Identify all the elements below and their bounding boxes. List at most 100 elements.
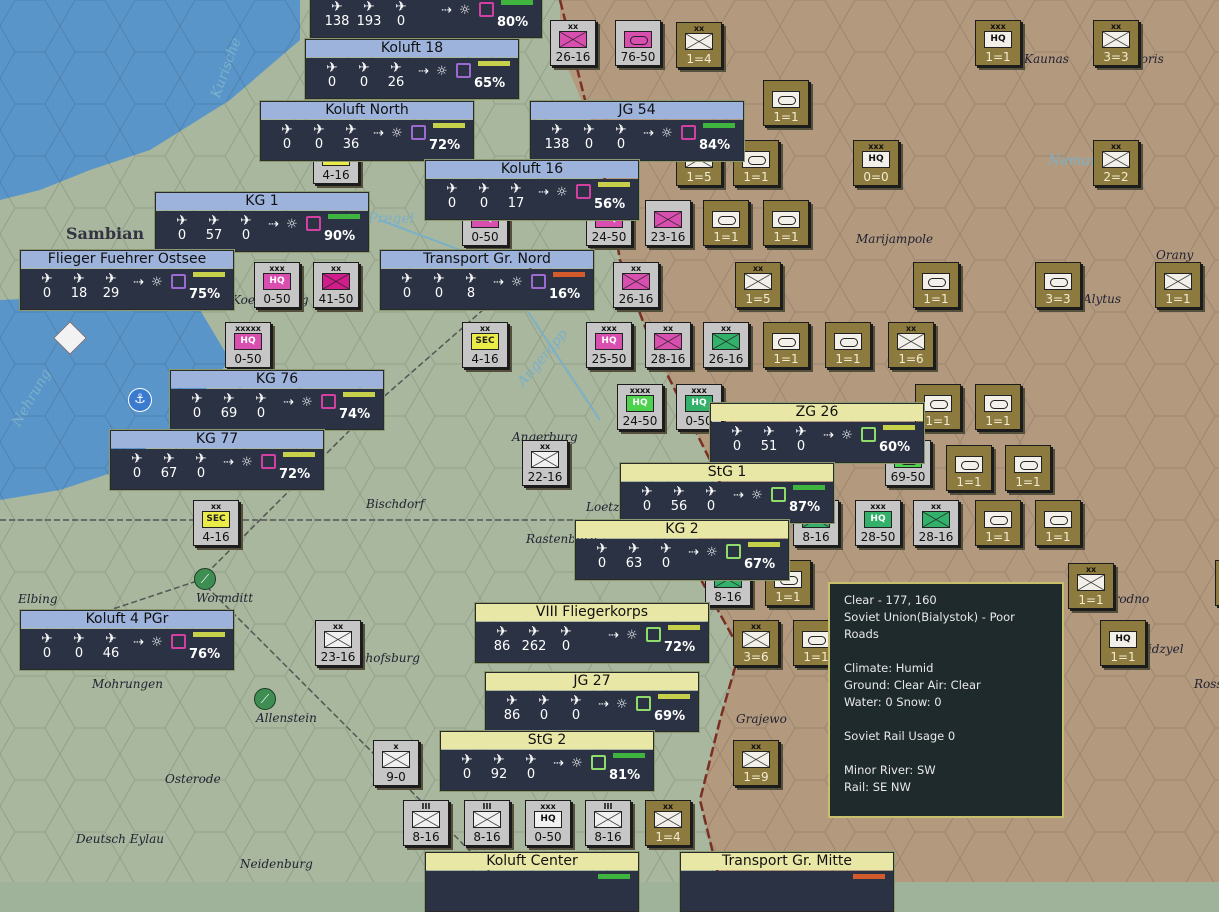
unit-counter[interactable]: 76-50 [615,20,661,66]
unit-counter[interactable]: III 8-16 [585,800,631,846]
air-group-panel[interactable]: Koluft 16 ✈ 0 ✈ 0 ✈ 17 ⇢ ☼ 56% [425,160,639,220]
unit-counter[interactable]: xx 22-16 [522,440,568,486]
unit-counter[interactable]: xxx HQ 1=1 [975,20,1021,66]
armor-symbol-icon [712,211,740,228]
railhead-icon[interactable]: ⟋ [194,568,216,590]
unit-counter[interactable]: x 9-0 [373,740,419,786]
infantry-symbol-icon [1102,151,1130,168]
plane-icon: ✈ [345,122,357,138]
air-group-panel[interactable]: KG 77 ✈ 0 ✈ 67 ✈ 0 ⇢ ☼ 72% [110,430,324,490]
plane-icon: ✈ [795,424,807,440]
aircraft-count: ✈ 0 [273,122,301,152]
unit-counter[interactable]: xx 23-16 [315,620,361,666]
air-group-panel[interactable]: Koluft North ✈ 0 ✈ 0 ✈ 36 ⇢ ☼ 72% [260,101,474,161]
aircraft-count: ✈ 18 [65,271,93,301]
tooltip-climate: Climate: Humid [844,661,934,675]
count-value: 86 [493,639,511,654]
unit-counter[interactable]: xx 2=2 [1093,140,1139,186]
mission-icon: ⇢ [688,545,699,560]
unit-counter[interactable]: III 8-16 [464,800,510,846]
unit-counter[interactable]: 1=1 [763,200,809,246]
air-group-panel[interactable]: VIII Fliegerkorps ✈ 86 ✈ 262 ✈ 0 ⇢ ☼ 72% [475,603,709,663]
unit-strength: 1=1 [1110,650,1136,664]
count-value: 0 [42,646,52,661]
unit-size: xx [752,264,764,273]
unit-strength: 26-16 [618,292,654,306]
air-group-panel[interactable]: JG 27 ✈ 86 ✈ 0 ✈ 0 ⇢ ☼ 69% [485,672,699,732]
unit-size: xx [567,22,579,31]
air-group-panel[interactable]: Koluft 4 PGr ✈ 0 ✈ 0 ✈ 46 ⇢ ☼ 76% [20,610,234,670]
unit-counter[interactable]: xx 26-16 [703,322,749,368]
unit-counter[interactable]: xxx HQ 0-50 [254,262,300,308]
unit-counter[interactable]: xx 41-50 [313,262,359,308]
unit-counter[interactable]: xx 3=6 [733,620,779,666]
railhead-icon[interactable]: ⟋ [254,688,276,710]
air-group-panel[interactable]: StG 2 ✈ 0 ✈ 92 ✈ 0 ⇢ ☼ 81% [440,731,654,791]
unit-counter[interactable]: 1=1 [1155,262,1201,308]
unit-counter[interactable]: 1=1 [946,445,992,491]
armor-symbol-icon [1044,273,1072,290]
port-icon[interactable]: ⚓ [128,388,152,412]
unit-counter[interactable]: 3=3 [1035,262,1081,308]
air-group-panel[interactable]: Transport Gr. Mitte [680,852,894,912]
unit-counter[interactable]: xx 1=4 [676,22,722,68]
unit-counter[interactable]: xx 26-16 [613,262,659,308]
unit-counter[interactable]: 1=1 [1005,445,1051,491]
unit-counter[interactable]: xx 1=5 [735,262,781,308]
count-value: 138 [544,137,570,152]
unit-counter[interactable]: 1=1 [825,322,871,368]
unit-strength: 0-50 [534,830,562,844]
air-group-panel[interactable]: KG 76 ✈ 0 ✈ 69 ✈ 0 ⇢ ☼ 74% [170,370,384,430]
unit-counter[interactable]: xx 1=1 [1068,563,1114,609]
count-value: 0 [282,137,292,152]
readiness-bar [793,485,825,490]
air-group-panel[interactable]: KG 1 ✈ 0 ✈ 57 ✈ 0 ⇢ ☼ 90% [155,192,369,252]
unit-counter[interactable]: xx 1=4 [645,800,691,846]
unit-strength: 23-16 [650,230,686,244]
unit-counter[interactable]: 23-16 [645,200,691,246]
unit-counter[interactable]: HQ 1=1 [1100,620,1146,666]
plane-icon: ✈ [525,752,537,768]
readiness-percent: 81% [609,768,641,783]
count-value: 0 [42,286,52,301]
unit-counter[interactable]: xx 1=6 [888,322,934,368]
unit-counter[interactable]: xx 3=3 [1093,20,1139,66]
unit-counter[interactable]: xxSEC 4-16 [193,500,239,546]
unit-counter[interactable]: 1=1 [763,80,809,126]
unit-counter[interactable]: xxx HQ 0-50 [525,800,571,846]
air-group-panel[interactable]: StG 1 ✈ 0 ✈ 56 ✈ 0 ⇢ ☼ 87% [620,463,834,523]
air-group-panel[interactable]: Flieger Fuehrer Ostsee ✈ 0 ✈ 18 ✈ 29 ⇢ ☼ 75% [20,250,234,310]
unit-counter[interactable]: xx 28-16 [913,500,959,546]
unit-counter[interactable]: 1=1 [1035,500,1081,546]
unit-counter[interactable]: 1=1 [1215,560,1219,606]
unit-counter[interactable]: xxx HQ 25-50 [586,322,632,368]
air-group-panel[interactable]: KG 2 ✈ 0 ✈ 63 ✈ 0 ⇢ ☼ 67% [575,520,789,580]
unit-counter[interactable]: xxSEC 4-16 [462,322,508,368]
unit-counter[interactable]: xx 1=9 [733,740,779,786]
unit-counter[interactable]: 1=1 [913,262,959,308]
unit-counter[interactable]: xxx HQ 0=0 [853,140,899,186]
unit-counter[interactable]: xxxx HQ 24-50 [617,384,663,430]
unit-counter[interactable]: 1=1 [703,200,749,246]
unit-counter[interactable]: xx 26-16 [550,20,596,66]
air-group-panel[interactable]: ZG 26 ✈ 0 ✈ 51 ✈ 0 ⇢ ☼ 60% [710,403,924,463]
base-icon [456,63,471,78]
unit-counter[interactable]: 1=1 [975,384,1021,430]
tooltip-ground: Ground: Clear Air: Clear [844,678,981,692]
armor-symbol-icon [834,333,862,350]
aircraft-count: ✈ 0 [123,451,151,481]
air-group-name: Transport Gr. Nord [381,251,593,268]
readiness-bar [433,123,465,128]
unit-counter[interactable]: xx 28-16 [645,322,691,368]
air-group-panel[interactable]: ✈ 138 ✈ 193 ✈ 0 ⇢ ☼ 80% [310,0,542,38]
unit-counter[interactable]: 1=1 [975,500,1021,546]
unit-counter[interactable]: xxxxx HQ 0-50 [225,322,271,368]
unit-counter[interactable]: III 8-16 [403,800,449,846]
unit-counter[interactable]: 1=1 [763,322,809,368]
air-group-panel[interactable]: Transport Gr. Nord ✈ 0 ✈ 0 ✈ 8 ⇢ ☼ 16% [380,250,594,310]
air-group-panel[interactable]: JG 54 ✈ 138 ✈ 0 ✈ 0 ⇢ ☼ 84% [530,101,744,161]
air-group-panel[interactable]: Koluft 18 ✈ 0 ✈ 0 ✈ 26 ⇢ ☼ 65% [305,39,519,99]
aircraft-count: ✈ 0 [438,181,466,211]
air-group-panel[interactable]: Koluft Center [425,852,639,912]
unit-counter[interactable]: xxx HQ 28-50 [855,500,901,546]
